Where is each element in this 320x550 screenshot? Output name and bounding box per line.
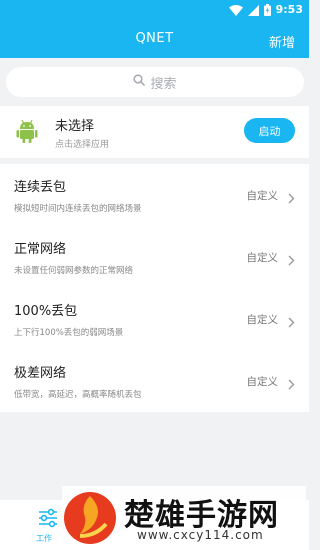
list-item-desc: 模拟短时间内连续丢包的网络场景 bbox=[14, 204, 142, 214]
list-item-status: 自定义 bbox=[246, 376, 279, 388]
watermark-url: www.cxcy114.com bbox=[137, 528, 264, 542]
chevron-right-icon bbox=[288, 251, 295, 270]
chevron-right-icon bbox=[288, 375, 295, 394]
list-item-title: 连续丢包 bbox=[14, 180, 67, 195]
list-item-desc: 上下行100%丢包的弱网场景 bbox=[14, 328, 124, 338]
status-time: 9:53 bbox=[275, 3, 303, 16]
status-icons: 9:53 bbox=[228, 3, 303, 17]
search-icon bbox=[133, 74, 146, 90]
app-subtitle: 点击选择应用 bbox=[55, 140, 110, 150]
watermark: 楚雄手游网 www.cxcy114.com bbox=[62, 486, 306, 548]
app-title: 未选择 bbox=[55, 119, 95, 134]
logo-icon bbox=[62, 490, 118, 550]
chevron-right-icon bbox=[288, 313, 295, 332]
android-icon bbox=[16, 119, 38, 147]
add-button[interactable]: 新增 bbox=[269, 32, 295, 51]
list-item-status: 自定义 bbox=[246, 190, 279, 202]
chevron-right-icon bbox=[288, 189, 295, 208]
signal-icon bbox=[247, 4, 259, 16]
list-item-status: 自定义 bbox=[246, 314, 279, 326]
list-item-continuous-loss[interactable]: 连续丢包 模拟短时间内连续丢包的网络场景 自定义 bbox=[0, 164, 309, 226]
app-bar: QNET 新增 bbox=[0, 22, 309, 58]
start-button[interactable]: 启动 bbox=[244, 118, 295, 143]
list-item-desc: 低带宽，高延迟，高概率随机丢包 bbox=[14, 390, 142, 400]
network-mode-list: 连续丢包 模拟短时间内连续丢包的网络场景 自定义 正常网络 未设置任何弱网参数的… bbox=[0, 164, 309, 412]
list-item-status: 自定义 bbox=[246, 252, 279, 264]
list-item-title: 100%丢包 bbox=[14, 304, 78, 319]
list-item-title: 极差网络 bbox=[14, 366, 67, 381]
search-area: 搜索 bbox=[0, 58, 309, 106]
sliders-icon[interactable] bbox=[38, 508, 58, 532]
list-item-desc: 未设置任何弱网参数的正常网络 bbox=[14, 266, 134, 276]
list-item-poor-network[interactable]: 极差网络 低带宽，高延迟，高概率随机丢包 自定义 bbox=[0, 350, 309, 412]
list-item-title: 正常网络 bbox=[14, 242, 67, 257]
search-input[interactable]: 搜索 bbox=[6, 67, 304, 97]
battery-icon bbox=[263, 4, 271, 16]
status-bar: 9:53 bbox=[0, 0, 309, 22]
list-item-normal-network[interactable]: 正常网络 未设置任何弱网参数的正常网络 自定义 bbox=[0, 226, 309, 288]
list-item-full-loss[interactable]: 100%丢包 上下行100%丢包的弱网场景 自定义 bbox=[0, 288, 309, 350]
page-title: QNET bbox=[135, 31, 174, 46]
search-placeholder: 搜索 bbox=[150, 76, 177, 92]
tab-work-label[interactable]: 工作 bbox=[36, 533, 52, 544]
wifi-icon bbox=[228, 4, 243, 16]
